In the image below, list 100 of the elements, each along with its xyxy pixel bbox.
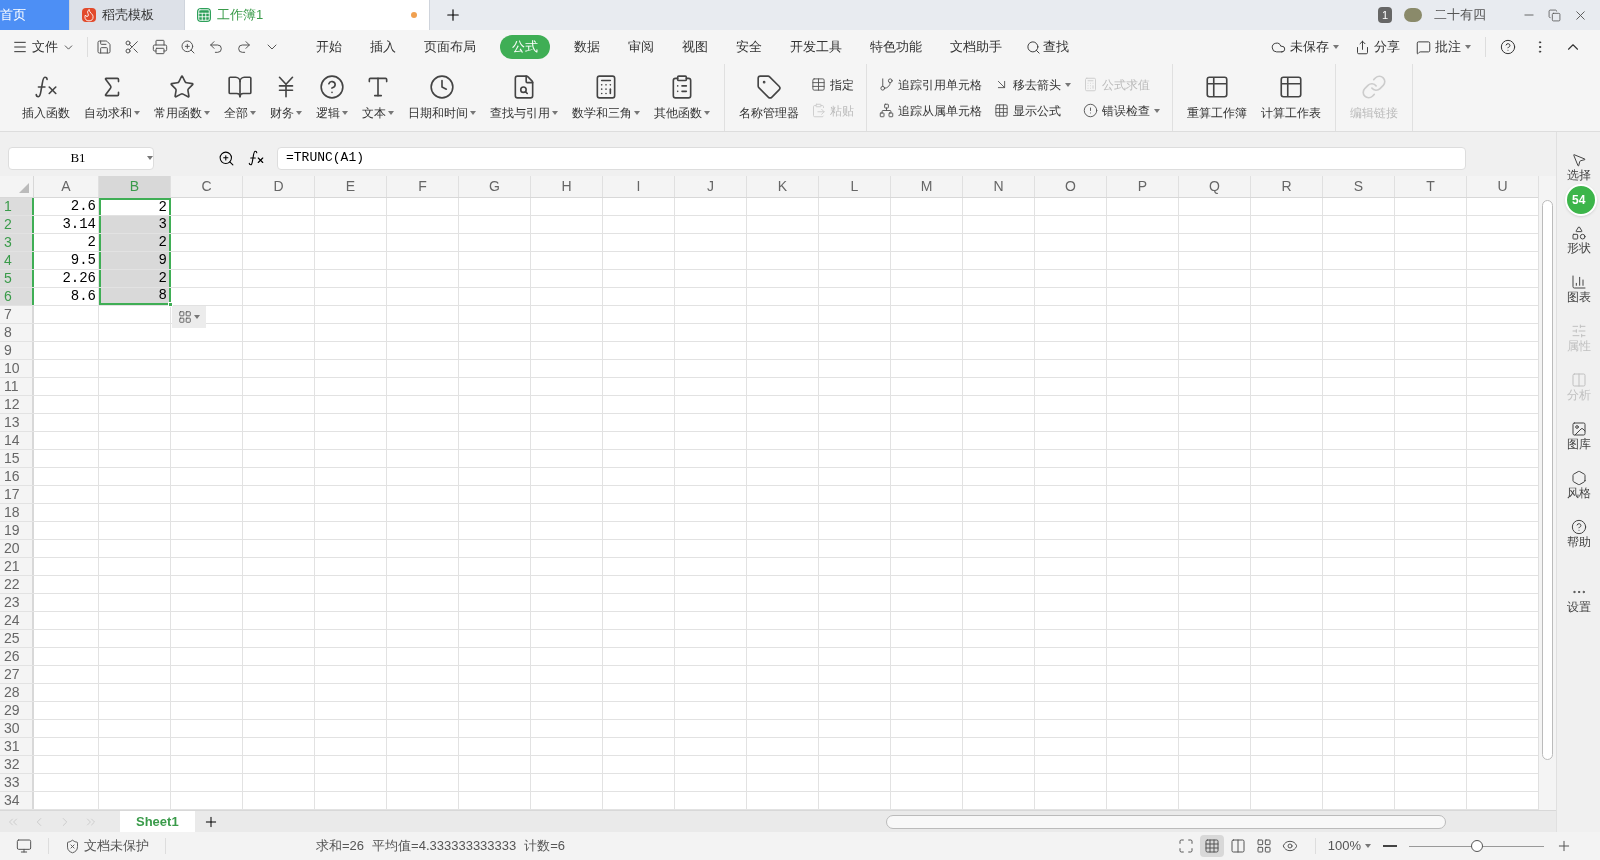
ribbon-button[interactable]: 日期和时间 [402, 73, 482, 122]
vertical-scrollbar[interactable] [1538, 176, 1556, 810]
ribbon-button[interactable]: 重算工作簿 [1181, 73, 1253, 122]
column-header[interactable]: R [1251, 176, 1323, 197]
column-header[interactable]: E [315, 176, 387, 197]
row-header[interactable]: 27 [0, 666, 34, 683]
zoom-slider[interactable] [1409, 839, 1544, 853]
column-header[interactable]: K [747, 176, 819, 197]
horizontal-scrollbar[interactable] [886, 814, 1446, 829]
row-header[interactable]: 30 [0, 720, 34, 737]
search-button[interactable]: 查找 [1018, 37, 1077, 57]
ribbon-button[interactable]: 追踪引用单元格 [875, 75, 986, 94]
ribbon-button[interactable]: 查找与引用 [484, 73, 564, 122]
file-menu[interactable]: 文件 [12, 37, 83, 57]
column-header[interactable]: G [459, 176, 531, 197]
sidebar-button[interactable]: 帮助 [1566, 519, 1591, 550]
row-header[interactable]: 26 [0, 648, 34, 665]
row-header[interactable]: 15 [0, 450, 34, 467]
restore-button[interactable] [1548, 8, 1561, 22]
document-tab[interactable]: 稻壳模板 [70, 0, 185, 30]
document-tab[interactable]: 首页 [0, 0, 70, 30]
column-header[interactable]: D [243, 176, 315, 197]
ribbon-button[interactable]: 显示公式 [990, 101, 1075, 120]
row-header[interactable]: 34 [0, 792, 34, 809]
avatar[interactable] [1404, 8, 1422, 22]
column-header[interactable]: H [531, 176, 603, 197]
ribbon-tab[interactable]: 特色功能 [858, 37, 934, 57]
formula-field[interactable]: =TRUNC(A1) [277, 146, 1466, 170]
ribbon-button[interactable]: 自动求和 [78, 73, 146, 122]
sidebar-button[interactable]: 图库 [1566, 421, 1591, 452]
ribbon-button[interactable]: 财务 [264, 73, 308, 122]
column-header[interactable]: L [819, 176, 891, 197]
ribbon-button[interactable]: 全部 [218, 73, 262, 122]
ribbon-tab[interactable]: 页面布局 [412, 37, 488, 57]
ribbon-button[interactable]: 计算工作表 [1255, 73, 1327, 122]
toolbar-button[interactable]: 未保存 [1265, 37, 1345, 57]
row-header[interactable]: 14 [0, 432, 34, 449]
row-header[interactable]: 25 [0, 630, 34, 647]
ribbon-button[interactable]: 错误检查 [1079, 101, 1164, 120]
ribbon-button[interactable]: 文本 [356, 73, 400, 122]
view-button[interactable] [1199, 835, 1224, 857]
row-header[interactable]: 13 [0, 414, 34, 431]
protection-status[interactable]: 文档未保护 [65, 836, 149, 856]
ribbon-tab[interactable]: 插入 [358, 37, 408, 57]
column-header[interactable]: F [387, 176, 459, 197]
paste-options-button[interactable] [172, 306, 206, 328]
row-header[interactable]: 22 [0, 576, 34, 593]
column-header[interactable]: N [963, 176, 1035, 197]
notification-badge[interactable]: 1 [1377, 6, 1392, 24]
row-header[interactable]: 31 [0, 738, 34, 755]
zoom-level[interactable]: 100% [1327, 836, 1371, 856]
ribbon-tab[interactable]: 安全 [724, 37, 774, 57]
name-box[interactable]: B1 [8, 146, 154, 170]
sidebar-button[interactable]: 图表 [1566, 274, 1591, 305]
ribbon-tab[interactable]: 开发工具 [778, 37, 854, 57]
ribbon-tab[interactable]: 开始 [304, 37, 354, 57]
ribbon-button[interactable]: 其他函数 [648, 73, 716, 122]
row-header[interactable]: 16 [0, 468, 34, 485]
row-header[interactable]: 19 [0, 522, 34, 539]
sidebar-button[interactable]: 设置 [1566, 584, 1591, 615]
column-header[interactable]: O [1035, 176, 1107, 197]
ribbon-button[interactable]: 逻辑 [310, 73, 354, 122]
column-header[interactable]: S [1323, 176, 1395, 197]
sidebar-button[interactable]: 选择 [1566, 152, 1591, 183]
ribbon-button[interactable]: 指定 [807, 75, 858, 94]
fill-handle[interactable] [168, 302, 173, 307]
ribbon-tab[interactable]: 文档助手 [938, 37, 1014, 57]
ribbon-button[interactable]: 数学和三角 [566, 73, 646, 122]
ribbon-button[interactable]: 插入函数 [16, 73, 76, 122]
slider-thumb[interactable] [1470, 840, 1483, 852]
column-header[interactable]: C [171, 176, 243, 197]
column-header[interactable]: I [603, 176, 675, 197]
sidebar-button[interactable]: 形状 [1566, 225, 1591, 256]
row-header[interactable]: 9 [0, 342, 34, 359]
column-header[interactable]: P [1107, 176, 1179, 197]
row-header[interactable]: 28 [0, 684, 34, 701]
ribbon-tab[interactable]: 视图 [670, 37, 720, 57]
document-tab[interactable]: 工作簿1 [185, 0, 430, 30]
row-header[interactable]: 20 [0, 540, 34, 557]
ribbon-tab[interactable]: 数据 [562, 37, 612, 57]
sidebar-button[interactable]: 风格 [1566, 470, 1591, 501]
row-header[interactable]: 23 [0, 594, 34, 611]
row-header[interactable]: 7 [0, 306, 34, 323]
toolbar-button[interactable]: 分享 [1349, 37, 1406, 57]
row-header[interactable]: 29 [0, 702, 34, 719]
row-header[interactable]: 33 [0, 774, 34, 791]
ribbon-button[interactable]: 追踪从属单元格 [875, 101, 986, 120]
column-header[interactable]: T [1395, 176, 1467, 197]
row-header[interactable]: 12 [0, 396, 34, 413]
column-header[interactable]: Q [1179, 176, 1251, 197]
toolbar-button[interactable]: 批注 [1410, 37, 1477, 57]
row-header[interactable]: 10 [0, 360, 34, 377]
ribbon-tab[interactable]: 公式 [500, 35, 550, 59]
row-header[interactable]: 11 [0, 378, 34, 395]
row-header[interactable]: 17 [0, 486, 34, 503]
ribbon-button[interactable]: 名称管理器 [733, 73, 805, 122]
row-header[interactable]: 32 [0, 756, 34, 773]
column-header[interactable]: M [891, 176, 963, 197]
row-header[interactable]: 18 [0, 504, 34, 521]
ribbon-button[interactable]: 常用函数 [148, 73, 216, 122]
